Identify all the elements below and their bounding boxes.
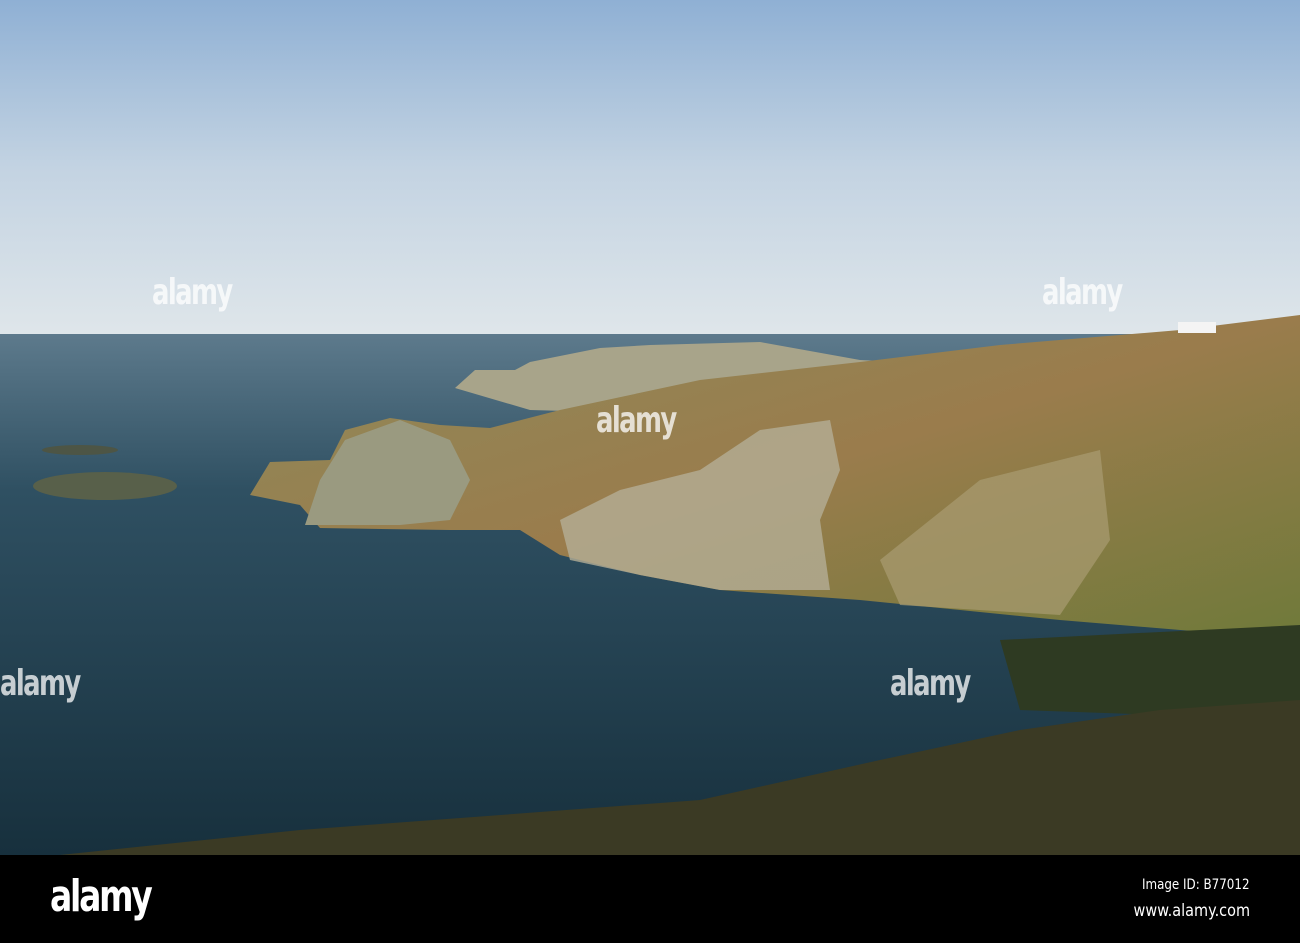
footer-bar: alamy Image ID: B77012 www.alamy.com <box>0 855 1300 943</box>
website-link[interactable]: www.alamy.com <box>1134 901 1250 921</box>
watermark: alamy <box>0 663 81 704</box>
islet <box>33 472 177 500</box>
watermark: alamy <box>890 663 971 704</box>
watermark: alamy <box>596 400 677 441</box>
watermark: alamy <box>1042 272 1123 313</box>
islet <box>42 445 118 455</box>
watermark: alamy <box>152 272 233 313</box>
image-id: Image ID: B77012 <box>1142 877 1250 893</box>
white-house <box>1178 322 1216 333</box>
alamy-logo: alamy <box>50 871 153 922</box>
